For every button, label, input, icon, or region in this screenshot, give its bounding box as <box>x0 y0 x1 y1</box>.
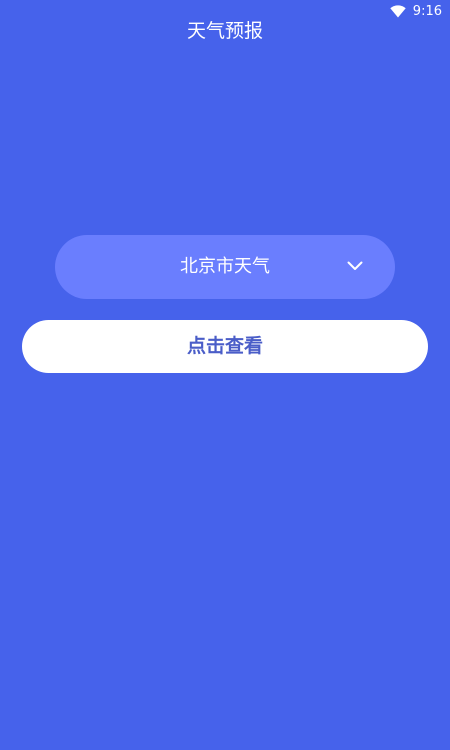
chevron-down-icon <box>347 261 363 270</box>
view-weather-button[interactable]: 点击查看 <box>22 320 428 373</box>
status-time: 9:16 <box>412 4 442 19</box>
city-select-value: 北京市天气 <box>180 256 270 277</box>
page-title: 天气预报 <box>186 20 263 42</box>
wifi-icon <box>390 5 406 18</box>
city-select-dropdown[interactable]: 北京市天气 <box>55 235 395 299</box>
weather-app-screen: 9:16 天气预报 北京市天气 点击查看 <box>0 0 450 750</box>
